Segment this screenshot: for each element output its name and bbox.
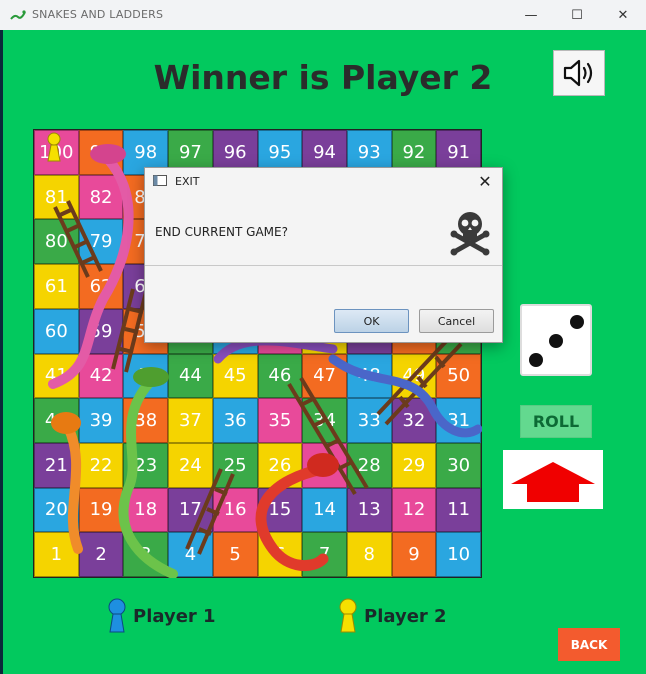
board-square: 50 bbox=[436, 353, 481, 399]
board-square: 1 bbox=[34, 532, 79, 577]
snake-app-icon bbox=[10, 10, 26, 20]
board-square: 29 bbox=[391, 442, 437, 488]
dialog-divider bbox=[145, 265, 502, 266]
board-square: 82 bbox=[78, 174, 124, 220]
minimize-button[interactable]: — bbox=[508, 0, 554, 30]
board-square: 60 bbox=[34, 308, 79, 354]
dialog-title: EXIT bbox=[175, 175, 200, 188]
board-square: 81 bbox=[34, 174, 79, 220]
board-square: 49 bbox=[391, 353, 437, 399]
board-square: 35 bbox=[257, 398, 303, 443]
window-icon bbox=[153, 175, 167, 186]
board-square: 42 bbox=[78, 353, 124, 399]
board-square: 26 bbox=[257, 442, 303, 488]
board-square: 27 bbox=[302, 442, 347, 488]
board-square: 22 bbox=[78, 442, 124, 488]
minimize-icon: — bbox=[524, 7, 538, 23]
dice-pip bbox=[529, 353, 543, 367]
board-square: 6 bbox=[257, 532, 303, 577]
board-square: 37 bbox=[168, 398, 213, 443]
board-square: 48 bbox=[346, 353, 392, 399]
player-2-name: Player 2 bbox=[364, 605, 447, 627]
board-square: 40 bbox=[34, 398, 79, 443]
board-square: 19 bbox=[78, 487, 124, 533]
dialog-message: END CURRENT GAME? bbox=[155, 225, 288, 239]
board-square: 30 bbox=[436, 442, 481, 488]
board-square: 17 bbox=[168, 487, 213, 533]
board-square: 46 bbox=[257, 353, 303, 399]
board-square: 8 bbox=[346, 532, 392, 577]
close-icon: ✕ bbox=[617, 7, 629, 23]
dice-face bbox=[520, 304, 592, 376]
window-titlebar: SNAKES AND LADDERS — ☐ ✕ bbox=[0, 0, 646, 31]
board-square: 4 bbox=[168, 532, 213, 577]
player-2-label: Player 2 bbox=[337, 598, 447, 634]
board-square: 59 bbox=[78, 308, 124, 354]
board-square: 61 bbox=[34, 264, 79, 309]
board-square: 20 bbox=[34, 487, 79, 533]
board-square: 24 bbox=[168, 442, 213, 488]
board-square: 45 bbox=[212, 353, 258, 399]
dice-pip bbox=[570, 315, 584, 329]
board-square: 2 bbox=[78, 532, 124, 577]
exit-dialog: EXIT ✕ END CURRENT GAME? OK Cancel bbox=[144, 167, 503, 343]
close-window-button[interactable]: ✕ bbox=[600, 0, 646, 30]
board-square: 47 bbox=[302, 353, 347, 399]
board-square: 9 bbox=[391, 532, 437, 577]
board-square: 34 bbox=[302, 398, 347, 443]
player-1-token-icon bbox=[108, 598, 126, 633]
board-square: 28 bbox=[346, 442, 392, 488]
ok-button[interactable]: OK bbox=[334, 309, 409, 333]
board-square: 15 bbox=[257, 487, 303, 533]
board-square: 44 bbox=[168, 353, 213, 399]
board-square: 39 bbox=[78, 398, 124, 443]
roll-button[interactable]: ROLL bbox=[520, 405, 592, 438]
board-square: 5 bbox=[212, 532, 258, 577]
board-square: 32 bbox=[391, 398, 437, 443]
board-square: 33 bbox=[346, 398, 392, 443]
dice-pip bbox=[549, 334, 563, 348]
board-square: 13 bbox=[346, 487, 392, 533]
board-square: 12 bbox=[391, 487, 437, 533]
board-square: 11 bbox=[436, 487, 481, 533]
maximize-button[interactable]: ☐ bbox=[554, 0, 600, 30]
red-up-arrow-icon bbox=[511, 462, 595, 502]
close-icon: ✕ bbox=[478, 171, 492, 191]
cancel-button[interactable]: Cancel bbox=[419, 309, 494, 333]
board-square: 7 bbox=[302, 532, 347, 577]
board-square: 10 bbox=[436, 532, 481, 577]
board-square: 62 bbox=[78, 264, 124, 309]
board-square: 23 bbox=[123, 442, 169, 488]
board-square: 99 bbox=[78, 130, 124, 175]
board-square: 38 bbox=[123, 398, 169, 443]
board-square: 14 bbox=[302, 487, 347, 533]
board-square: 25 bbox=[212, 442, 258, 488]
board-square: 18 bbox=[123, 487, 169, 533]
back-button[interactable]: BACK bbox=[558, 628, 620, 661]
board-square: 79 bbox=[78, 219, 124, 265]
speaker-icon bbox=[563, 59, 593, 87]
board-square: 43 bbox=[123, 353, 169, 399]
board-square: 31 bbox=[436, 398, 481, 443]
board-square: 41 bbox=[34, 353, 79, 399]
player-2-token-icon bbox=[339, 598, 357, 633]
board-square: 80 bbox=[34, 219, 79, 265]
window-title: SNAKES AND LADDERS bbox=[32, 8, 164, 21]
board-square: 21 bbox=[34, 442, 79, 488]
sound-toggle-button[interactable] bbox=[553, 50, 605, 96]
maximize-icon: ☐ bbox=[571, 7, 583, 23]
skull-crossbones-icon bbox=[450, 212, 490, 256]
board-square: 3 bbox=[123, 532, 169, 577]
board-square: 36 bbox=[212, 398, 258, 443]
winner-heading: Winner is Player 2 bbox=[153, 58, 493, 97]
player-1-name: Player 1 bbox=[133, 605, 216, 627]
turn-arrow-panel bbox=[503, 450, 603, 509]
board-square: 100 bbox=[34, 130, 79, 175]
board-square: 16 bbox=[212, 487, 258, 533]
player-1-label: Player 1 bbox=[106, 598, 216, 634]
dialog-close-button[interactable]: ✕ bbox=[474, 170, 496, 192]
